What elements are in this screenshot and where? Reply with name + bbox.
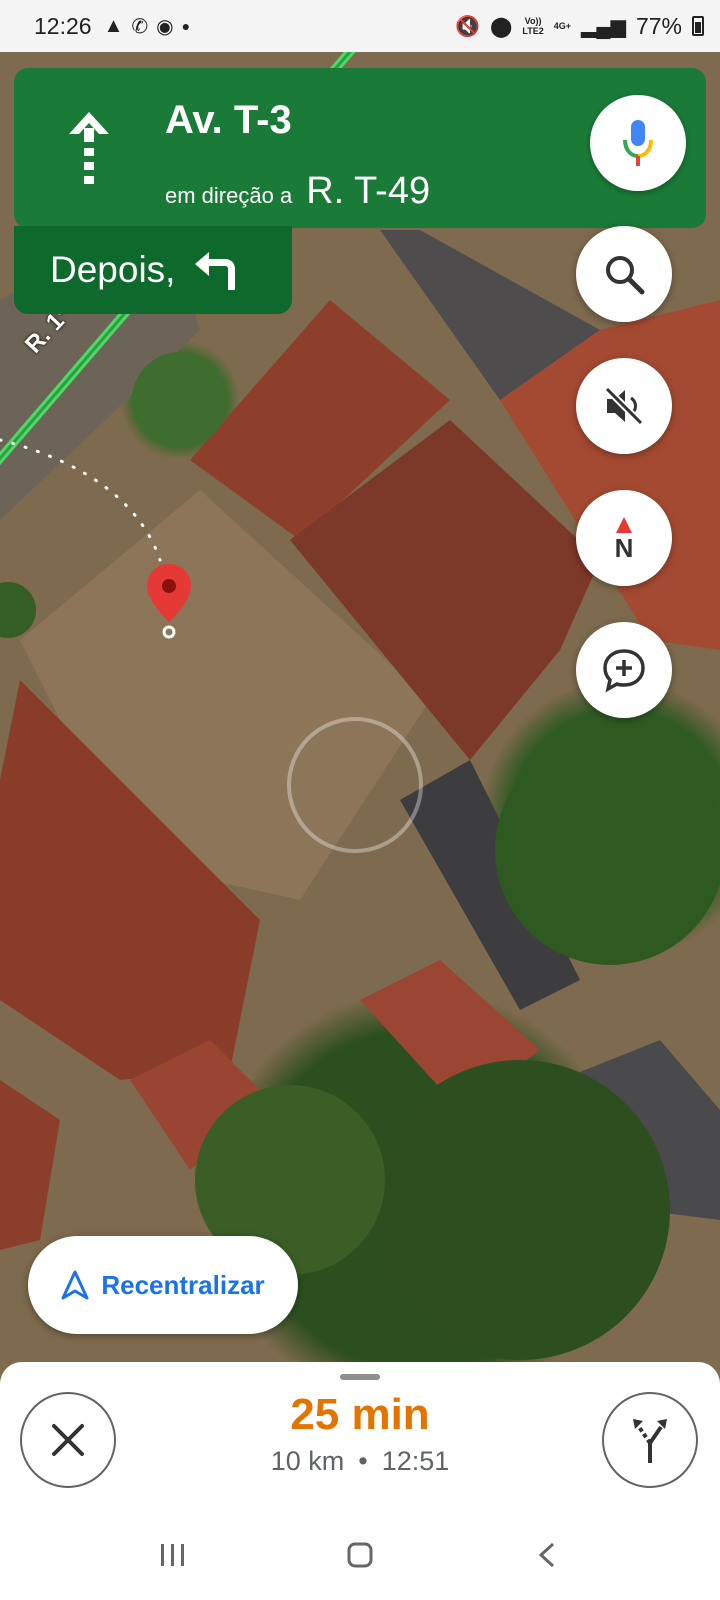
volume-off-icon bbox=[604, 386, 644, 426]
back-button[interactable] bbox=[527, 1535, 567, 1575]
sheet-drag-handle[interactable] bbox=[340, 1374, 380, 1380]
chrome-icon: ◉ bbox=[156, 15, 174, 38]
status-bar: 12:26 ▲ ✆ ◉ ● 🔇 ⬤ Vo)) LTE2 4G+ ▂▄▆ 77% bbox=[0, 0, 720, 52]
recenter-button[interactable]: Recentralizar bbox=[28, 1236, 298, 1334]
trip-duration: 25 min bbox=[290, 1390, 430, 1439]
signal-icon: ▂▄▆ bbox=[581, 15, 626, 38]
close-icon bbox=[52, 1424, 84, 1456]
next-street: Av. T-3 bbox=[165, 98, 292, 142]
recent-apps-button[interactable] bbox=[153, 1535, 193, 1575]
then-panel[interactable]: Depois, bbox=[14, 226, 292, 314]
battery-icon bbox=[692, 16, 704, 36]
straight-arrow-icon bbox=[69, 112, 109, 184]
mute-button[interactable] bbox=[576, 358, 672, 454]
home-button[interactable] bbox=[340, 1535, 380, 1575]
battery-percentage: 77% bbox=[635, 12, 682, 39]
data-type: 4G+ bbox=[553, 21, 572, 31]
navigation-arrow-icon bbox=[61, 1270, 89, 1300]
alternate-routes-button[interactable] bbox=[602, 1392, 698, 1488]
network-indicator: Vo)) LTE2 bbox=[522, 16, 544, 36]
trip-arrival: 12:51 bbox=[381, 1446, 450, 1476]
microphone-icon bbox=[623, 120, 653, 166]
add-report-button[interactable] bbox=[576, 622, 672, 718]
missed-call-icon: ✆ bbox=[131, 15, 149, 38]
trip-separator: • bbox=[358, 1446, 368, 1476]
home-icon bbox=[347, 1542, 373, 1568]
status-right-icons: 🔇 ⬤ Vo)) LTE2 4G+ ▂▄▆ 77% bbox=[455, 13, 704, 40]
toward-info: em direção a R. T-49 bbox=[165, 170, 430, 213]
location-icon: ⬤ bbox=[490, 15, 513, 38]
turn-left-icon bbox=[195, 252, 236, 290]
add-report-icon bbox=[603, 649, 645, 693]
compass-north-label: N bbox=[614, 533, 634, 563]
voice-search-button[interactable] bbox=[590, 95, 686, 191]
trip-summary[interactable]: 25 min 10 km • 12:51 bbox=[200, 1390, 520, 1477]
dot-icon: ● bbox=[181, 18, 191, 34]
search-button[interactable] bbox=[576, 226, 672, 322]
recent-apps-icon bbox=[161, 1544, 185, 1566]
compass-button[interactable]: N bbox=[576, 490, 672, 586]
compass-needle-icon bbox=[616, 517, 632, 533]
back-icon bbox=[538, 1542, 554, 1568]
toward-street: R. T-49 bbox=[306, 170, 431, 212]
search-icon bbox=[606, 256, 645, 295]
recenter-label: Recentralizar bbox=[101, 1269, 265, 1300]
then-label: Depois, bbox=[50, 249, 176, 290]
system-navigation-bar bbox=[0, 1510, 720, 1600]
route-fork-icon bbox=[633, 1419, 667, 1463]
exit-navigation-button[interactable] bbox=[20, 1392, 116, 1488]
navigation-banner[interactable]: Av. T-3 em direção a R. T-49 bbox=[14, 68, 706, 228]
trip-details: 10 km • 12:51 bbox=[200, 1446, 520, 1477]
navigation-arrow-icon: ▲ bbox=[103, 14, 124, 37]
status-time: 12:26 bbox=[34, 12, 92, 39]
trip-distance: 10 km bbox=[270, 1446, 345, 1476]
mute-icon: 🔇 bbox=[455, 15, 481, 38]
toward-prefix: em direção a bbox=[165, 183, 293, 208]
status-left-icons: ▲ ✆ ◉ ● bbox=[104, 14, 190, 39]
destination-pin-icon[interactable] bbox=[144, 562, 194, 642]
